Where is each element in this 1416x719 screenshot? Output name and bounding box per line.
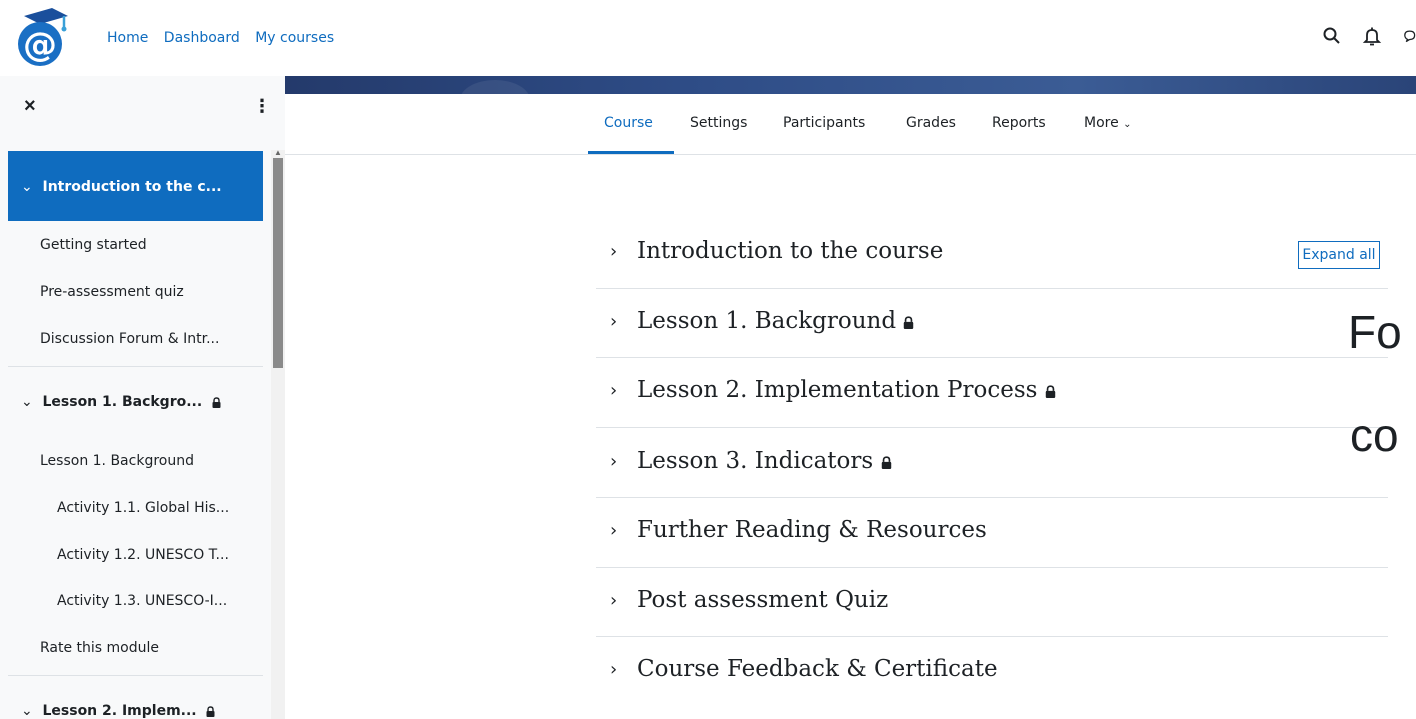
course-section-feedback[interactable]: › Course Feedback & Certificate bbox=[596, 656, 1388, 696]
section-title[interactable]: Lesson 1. Background bbox=[637, 308, 896, 334]
drawer-section-lesson-2[interactable]: ⌄ Lesson 2. Implem... bbox=[21, 703, 215, 719]
section-divider bbox=[596, 636, 1388, 637]
messages-icon[interactable] bbox=[1402, 26, 1416, 46]
chevron-right-icon: › bbox=[610, 380, 618, 401]
drawer-section-title: Introduction to the c... bbox=[42, 179, 222, 195]
nav-my-courses[interactable]: My courses bbox=[255, 30, 334, 46]
scroll-up-arrow-icon[interactable]: ▲ bbox=[274, 148, 282, 157]
section-title[interactable]: Post assessment Quiz bbox=[637, 587, 888, 613]
course-secondary-nav: Course Settings Participants Grades Repo… bbox=[285, 94, 1416, 155]
drawer-item-lesson-1-background[interactable]: Lesson 1. Background bbox=[40, 453, 194, 469]
section-divider bbox=[596, 427, 1388, 428]
lock-icon bbox=[1045, 384, 1056, 398]
chevron-right-icon: › bbox=[610, 311, 618, 332]
section-divider bbox=[596, 497, 1388, 498]
svg-text:@: @ bbox=[23, 25, 57, 65]
drawer-section-title: Lesson 2. Implem... bbox=[42, 703, 197, 719]
primary-nav: Home Dashboard My courses bbox=[107, 30, 345, 46]
active-tab-indicator bbox=[588, 151, 674, 154]
section-divider bbox=[596, 288, 1388, 289]
site-logo[interactable]: @ bbox=[14, 6, 70, 68]
course-index-drawer: × ⋮ ⌄ Introduction to the c... Getting s… bbox=[0, 76, 285, 719]
tab-reports[interactable]: Reports bbox=[992, 115, 1046, 131]
chevron-right-icon: › bbox=[610, 520, 618, 541]
drawer-item-pre-assessment-quiz[interactable]: Pre-assessment quiz bbox=[40, 284, 184, 300]
section-title[interactable]: Lesson 2. Implementation Process bbox=[637, 377, 1037, 403]
course-section-further-reading[interactable]: › Further Reading & Resources bbox=[596, 517, 1388, 557]
navbar-icons bbox=[1302, 26, 1416, 46]
drawer-divider bbox=[8, 675, 263, 676]
drawer-divider bbox=[8, 366, 263, 367]
drawer-section-lesson-1[interactable]: ⌄ Lesson 1. Backgro... bbox=[21, 394, 221, 410]
tab-more-label: More bbox=[1084, 115, 1119, 131]
section-title[interactable]: Further Reading & Resources bbox=[637, 517, 987, 543]
section-title[interactable]: Course Feedback & Certificate bbox=[637, 656, 998, 682]
notification-bell-icon[interactable] bbox=[1362, 26, 1382, 46]
course-section-lesson-3[interactable]: › Lesson 3. Indicators bbox=[596, 448, 1388, 488]
tab-settings[interactable]: Settings bbox=[690, 115, 747, 131]
section-title[interactable]: Lesson 3. Indicators bbox=[637, 448, 873, 474]
chevron-right-icon: › bbox=[610, 451, 618, 472]
tab-more[interactable]: More ⌄ bbox=[1084, 115, 1132, 131]
drawer-item-activity-1-2[interactable]: Activity 1.2. UNESCO T... bbox=[57, 547, 229, 563]
section-title-wrap: Lesson 1. Background bbox=[637, 308, 914, 334]
course-header-image bbox=[285, 76, 1416, 120]
drawer-section-introduction[interactable]: ⌄ Introduction to the c... bbox=[8, 151, 263, 221]
course-section-introduction[interactable]: › Introduction to the course bbox=[596, 238, 1388, 278]
nav-home[interactable]: Home bbox=[107, 30, 148, 46]
overlay-text-line-1: Fo bbox=[1348, 306, 1402, 358]
course-section-lesson-1[interactable]: › Lesson 1. Background bbox=[596, 308, 1388, 348]
drawer-item-activity-1-3[interactable]: Activity 1.3. UNESCO-I... bbox=[57, 593, 227, 609]
drawer-item-rate-module[interactable]: Rate this module bbox=[40, 640, 159, 656]
drawer-item-activity-1-1[interactable]: Activity 1.1. Global His... bbox=[57, 500, 229, 516]
section-title-wrap: Lesson 3. Indicators bbox=[637, 448, 892, 474]
drawer-section-title: Lesson 1. Backgro... bbox=[42, 394, 203, 410]
section-divider bbox=[596, 567, 1388, 568]
drawer-item-getting-started[interactable]: Getting started bbox=[40, 237, 147, 253]
lock-icon bbox=[881, 455, 891, 469]
lock-icon bbox=[206, 705, 215, 717]
chevron-down-icon: ⌄ bbox=[21, 394, 33, 410]
tab-course[interactable]: Course bbox=[604, 115, 653, 131]
chevron-down-icon: ⌄ bbox=[21, 179, 33, 195]
nav-dashboard[interactable]: Dashboard bbox=[164, 30, 240, 46]
chevron-down-icon: ⌄ bbox=[1123, 119, 1132, 130]
section-title-wrap: Lesson 2. Implementation Process bbox=[637, 377, 1056, 403]
chevron-right-icon: › bbox=[610, 241, 618, 262]
drawer-menu-icon[interactable]: ⋮ bbox=[253, 96, 271, 117]
tab-participants[interactable]: Participants bbox=[783, 115, 865, 131]
chevron-down-icon: ⌄ bbox=[21, 703, 33, 719]
course-section-lesson-2[interactable]: › Lesson 2. Implementation Process bbox=[596, 377, 1388, 417]
section-divider bbox=[596, 357, 1388, 358]
drawer-item-discussion-forum[interactable]: Discussion Forum & Intr... bbox=[40, 331, 219, 347]
search-icon[interactable] bbox=[1322, 26, 1342, 46]
section-title[interactable]: Introduction to the course bbox=[637, 238, 943, 264]
lock-icon bbox=[212, 396, 221, 408]
close-drawer-button[interactable]: × bbox=[24, 95, 36, 118]
chevron-right-icon: › bbox=[610, 590, 618, 611]
chevron-right-icon: › bbox=[610, 659, 618, 680]
lock-icon bbox=[904, 315, 914, 329]
top-navbar: @ Home Dashboard My courses bbox=[0, 0, 1416, 77]
overlay-text-line-2: co bbox=[1350, 409, 1399, 461]
tab-grades[interactable]: Grades bbox=[906, 115, 956, 131]
course-section-post-assessment[interactable]: › Post assessment Quiz bbox=[596, 587, 1388, 627]
drawer-scrollbar-thumb[interactable] bbox=[273, 158, 283, 368]
